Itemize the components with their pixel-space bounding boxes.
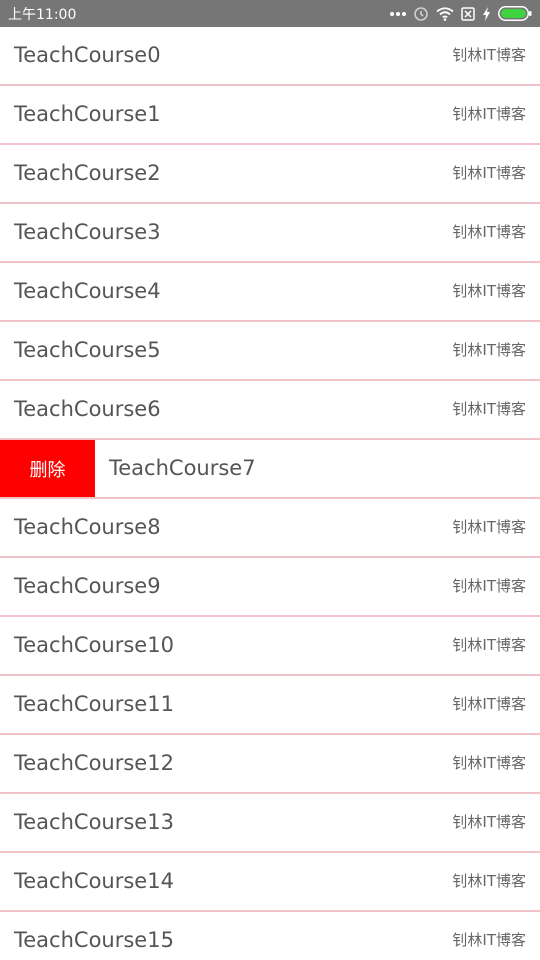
- item-tag: 钊林IT博客: [452, 282, 526, 300]
- more-dots-icon: [390, 11, 406, 16]
- item-tag: 钊林IT博客: [452, 400, 526, 418]
- list-item[interactable]: TeachCourse6 钊林IT博客: [0, 381, 540, 440]
- item-tag: 钊林IT博客: [452, 872, 526, 890]
- delete-button[interactable]: 删除: [0, 440, 95, 497]
- list-item[interactable]: TeachCourse11 钊林IT博客: [0, 676, 540, 735]
- item-title: TeachCourse12: [14, 751, 174, 775]
- list-item[interactable]: TeachCourse14 钊林IT博客: [0, 853, 540, 912]
- item-tag: 钊林IT博客: [452, 695, 526, 713]
- list-item[interactable]: TeachCourse3 钊林IT博客: [0, 204, 540, 263]
- item-tag: 钊林IT博客: [452, 636, 526, 654]
- wifi-icon: [436, 6, 454, 21]
- item-title: TeachCourse7: [109, 456, 256, 480]
- item-title: TeachCourse5: [14, 338, 161, 362]
- status-time: 上午11:00: [8, 6, 77, 23]
- item-tag: 钊林IT博客: [452, 164, 526, 182]
- list-item[interactable]: TeachCourse15 钊林IT博客: [0, 912, 540, 960]
- item-title: TeachCourse10: [14, 633, 174, 657]
- item-title: TeachCourse3: [14, 220, 161, 244]
- item-title: TeachCourse8: [14, 515, 161, 539]
- course-list[interactable]: TeachCourse0 钊林IT博客 TeachCourse1 钊林IT博客 …: [0, 27, 540, 960]
- item-title: TeachCourse0: [14, 43, 161, 67]
- item-title: TeachCourse14: [14, 869, 174, 893]
- status-bar: 上午11:00: [0, 0, 540, 27]
- item-tag: 钊林IT博客: [452, 223, 526, 241]
- item-tag: 钊林IT博客: [452, 754, 526, 772]
- item-tag: 钊林IT博客: [452, 813, 526, 831]
- status-icons: [390, 6, 532, 22]
- charging-bolt-icon: [483, 6, 490, 21]
- alarm-icon: [414, 6, 428, 21]
- item-tag: 钊林IT博客: [452, 341, 526, 359]
- list-item[interactable]: TeachCourse4 钊林IT博客: [0, 263, 540, 322]
- list-item[interactable]: TeachCourse2 钊林IT博客: [0, 145, 540, 204]
- item-title: TeachCourse9: [14, 574, 161, 598]
- sim-blocked-icon: [461, 6, 475, 21]
- list-item[interactable]: TeachCourse12 钊林IT博客: [0, 735, 540, 794]
- list-item[interactable]: TeachCourse9 钊林IT博客: [0, 558, 540, 617]
- list-item[interactable]: TeachCourse0 钊林IT博客: [0, 27, 540, 86]
- item-tag: 钊林IT博客: [452, 105, 526, 123]
- item-title: TeachCourse11: [14, 692, 174, 716]
- item-tag: 钊林IT博客: [452, 577, 526, 595]
- item-tag: 钊林IT博客: [452, 46, 526, 64]
- item-title: TeachCourse13: [14, 810, 174, 834]
- item-title: TeachCourse4: [14, 279, 161, 303]
- list-item[interactable]: TeachCourse10 钊林IT博客: [0, 617, 540, 676]
- item-title: TeachCourse2: [14, 161, 161, 185]
- list-item[interactable]: TeachCourse5 钊林IT博客: [0, 322, 540, 381]
- item-title: TeachCourse1: [14, 102, 161, 126]
- list-item[interactable]: TeachCourse8 钊林IT博客: [0, 499, 540, 558]
- battery-icon: [498, 6, 532, 21]
- item-tag: 钊林IT博客: [452, 518, 526, 536]
- item-title: TeachCourse15: [14, 928, 174, 952]
- list-item[interactable]: TeachCourse13 钊林IT博客: [0, 794, 540, 853]
- list-item[interactable]: TeachCourse1 钊林IT博客: [0, 86, 540, 145]
- list-item-swiped[interactable]: 删除 TeachCourse7: [0, 440, 540, 499]
- item-tag: 钊林IT博客: [452, 931, 526, 949]
- item-title: TeachCourse6: [14, 397, 161, 421]
